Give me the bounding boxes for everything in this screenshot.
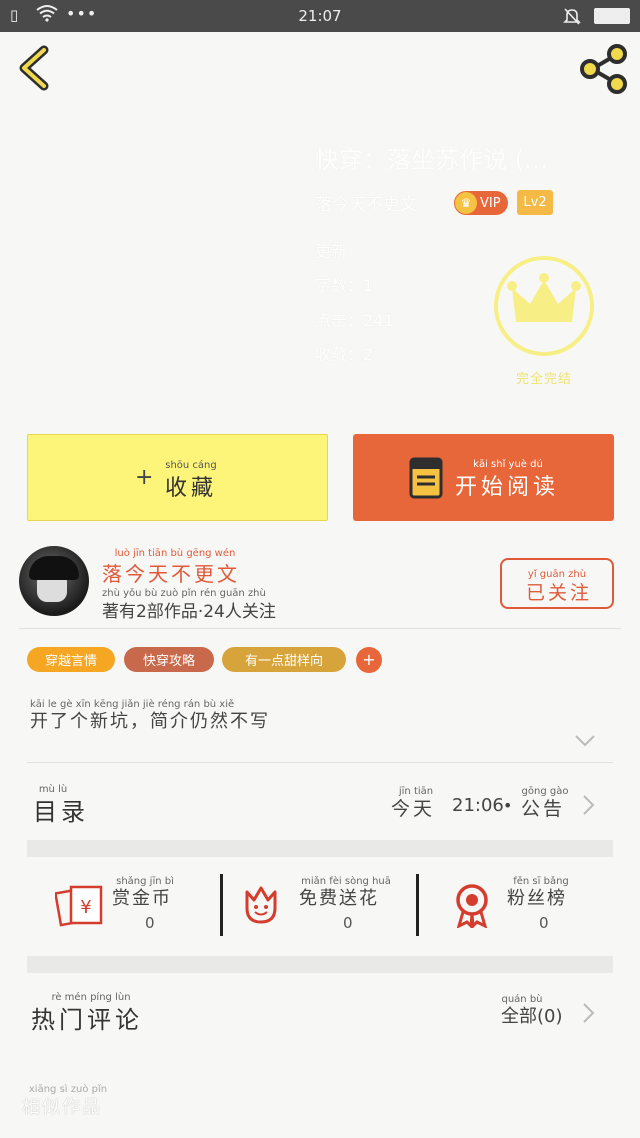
status-time: 21:07 — [298, 7, 342, 25]
reward-coins-label: 赏金币 — [112, 888, 172, 909]
crown-icon: ♛ — [455, 192, 477, 214]
svg-text:¥: ¥ — [80, 897, 91, 918]
update-day: 今天 — [391, 798, 436, 820]
tag-item[interactable]: 穿越言情 — [27, 647, 115, 672]
completion-badge-text: 完全完结 — [515, 372, 572, 387]
reward-coins-item[interactable]: ¥ shǎng jīn bì 赏金币 0 — [27, 868, 221, 938]
expand-chevron-icon[interactable] — [574, 733, 596, 752]
vip-label: VIP — [480, 195, 501, 211]
book-meta-2: 字数：1 — [315, 276, 374, 295]
hot-comments-row[interactable]: rè mén píng lùn 热门评论 quán bù 全部(0) — [27, 988, 613, 1038]
battery-icon — [594, 8, 630, 24]
collect-button[interactable]: + shōu cáng 收藏 — [27, 434, 328, 521]
section-divider — [19, 628, 621, 629]
read-label: 开始阅读 — [455, 475, 560, 500]
chevron-right-icon — [583, 795, 595, 815]
author-stats: 著有2部作品·24人关注 — [102, 602, 276, 622]
catalog-row[interactable]: mù lù 目录 jīn tiān 今天 21:06 • gōng gào 公告 — [27, 776, 613, 832]
chevron-right-icon — [583, 1003, 595, 1023]
free-flower-label: 免费送花 — [299, 888, 379, 909]
free-flower-item[interactable]: miǎn fèi sòng huā 免费送花 0 — [223, 868, 417, 938]
author-avatar[interactable] — [19, 546, 89, 616]
medal-icon — [456, 884, 488, 928]
dot-separator: • — [503, 796, 513, 815]
tag-item[interactable]: 快穿攻略 — [124, 647, 214, 672]
section-spacer — [27, 956, 613, 973]
red-envelope-icon: ¥ — [55, 885, 103, 927]
tag-label: 快穿攻略 — [142, 654, 195, 669]
crown-badge-icon — [507, 273, 581, 322]
back-button[interactable] — [14, 44, 54, 92]
fan-ranking-item[interactable]: fěn sī bǎng 粉丝榜 0 — [419, 868, 613, 938]
tag-label: 穿越言情 — [44, 654, 97, 669]
free-flower-value: 0 — [343, 914, 353, 932]
similar-works-label: 相似作品 — [22, 1097, 102, 1118]
book-title: 快穿：落坐苏作说 (… — [315, 146, 548, 174]
intro-text: 开了个新坑，简介仍然不写 — [30, 711, 270, 732]
fan-ranking-label: 粉丝榜 — [507, 888, 567, 909]
level-badge: Lv2 — [517, 190, 553, 215]
tag-label: 有一点甜样向 — [244, 654, 323, 669]
follow-button[interactable]: yǐ guān zhù 已关注 — [500, 558, 614, 609]
book-icon — [409, 457, 443, 499]
plus-icon: + — [135, 465, 154, 490]
share-icon — [580, 44, 627, 94]
book-meta-1: 更新 — [315, 242, 348, 261]
hot-comments-label: 热门评论 — [31, 1006, 143, 1034]
share-button[interactable] — [578, 44, 630, 94]
book-meta-3: 点击：241 — [315, 311, 394, 330]
all-comments-link[interactable]: 全部(0) — [501, 1002, 563, 1028]
completion-badge — [494, 256, 594, 356]
notice-link[interactable]: 公告 — [521, 794, 565, 821]
mute-bell-icon — [562, 6, 582, 30]
chevron-left-icon — [19, 45, 49, 91]
update-time: 21:06 — [452, 795, 504, 816]
status-bar: ▯ ••• 21:07 — [0, 0, 640, 32]
section-spacer — [27, 840, 613, 857]
collect-label: 收藏 — [165, 476, 218, 501]
reward-coins-value: 0 — [145, 914, 155, 932]
tag-item[interactable]: 有一点甜样向 — [222, 647, 346, 672]
author-name[interactable]: 落今天不更文 — [102, 558, 240, 587]
follow-label: 已关注 — [526, 582, 593, 604]
fan-ranking-value: 0 — [539, 914, 549, 932]
vip-badge: ♛ VIP — [454, 191, 508, 215]
book-meta-4: 收藏：2 — [315, 345, 374, 364]
add-tag-button[interactable]: + — [356, 647, 382, 673]
catalog-label: 目录 — [33, 798, 89, 826]
section-divider — [27, 762, 613, 763]
start-reading-button[interactable]: kāi shǐ yuè dú 开始阅读 — [353, 434, 614, 521]
flower-icon — [245, 886, 277, 924]
book-author-line: 落今天不更文 — [315, 195, 417, 215]
